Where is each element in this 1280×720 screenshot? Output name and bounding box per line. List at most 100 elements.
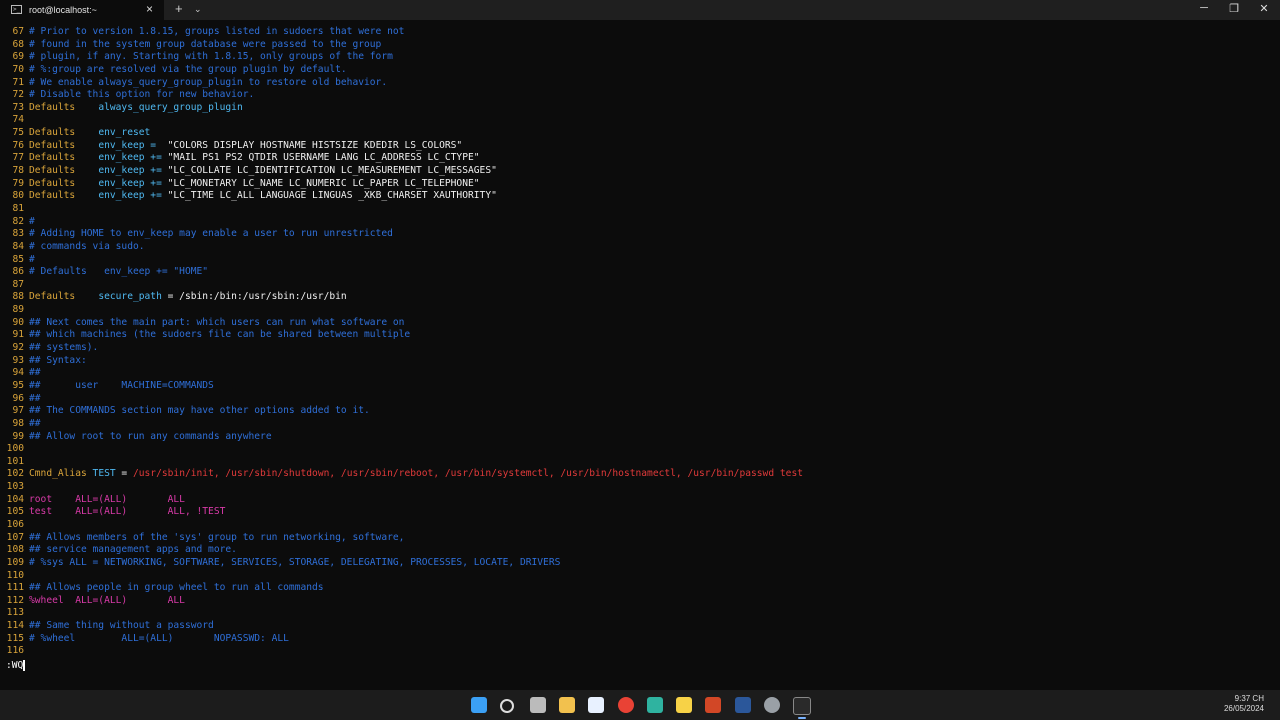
code-token-comment: ## Allow root to run any commands anywhe…	[29, 430, 272, 442]
powerpoint-icon[interactable]	[705, 697, 722, 713]
line-number: 78	[12, 165, 24, 177]
editor-line: 106	[0, 519, 803, 532]
editor-line: 92 ## systems).	[0, 342, 803, 355]
editor-line: 74	[0, 114, 803, 127]
code-token-comment: ## user MACHINE=COMMANDS	[29, 379, 214, 391]
code-token-comment: # %sys ALL = NETWORKING, SOFTWARE, SERVI…	[29, 556, 561, 568]
code-token-keyword: Defaults	[29, 152, 76, 164]
line-number: 71	[12, 76, 24, 88]
editor-line: 71 # We enable always_query_group_plugin …	[0, 77, 803, 90]
clock-time: 9:37 CH	[1234, 694, 1264, 703]
code-token-string: "LC_TIME LC_ALL LANGUAGE LINGUAS _XKB_CH…	[167, 190, 497, 202]
line-number: 114	[6, 620, 24, 632]
line-number: 79	[12, 177, 24, 189]
editor-line: 85 #	[0, 254, 803, 267]
editor-line: 86 # Defaults env_keep += "HOME"	[0, 266, 803, 279]
editor-line: 104 root ALL=(ALL) ALL	[0, 494, 803, 507]
window-close-icon[interactable]: ✕	[1254, 2, 1274, 15]
line-number: 107	[6, 531, 24, 543]
start-icon[interactable]	[471, 697, 487, 713]
line-number: 82	[12, 215, 24, 227]
vim-command-line[interactable]: :WQ	[6, 659, 26, 672]
editor-line: 101	[0, 456, 803, 469]
editor-lines: 67 # Prior to version 1.8.15, groups list…	[0, 26, 803, 658]
editor-line: 90 ## Next comes the main part: which use…	[0, 317, 803, 330]
code-token-comment: ## which machines (the sudoers file can …	[29, 329, 411, 341]
editor-line: 84 # commands via sudo.	[0, 241, 803, 254]
code-token-comment: ## systems).	[29, 342, 99, 354]
line-number: 74	[12, 114, 24, 126]
editor-line: 102 Cmnd_Alias TEST = /usr/sbin/init, /us…	[0, 468, 803, 481]
new-tab-icon[interactable]: +	[175, 1, 183, 16]
chevron-down-icon[interactable]: ⌄	[194, 4, 202, 15]
line-number: 96	[12, 392, 24, 404]
line-number: 109	[6, 556, 24, 568]
line-number: 83	[12, 228, 24, 240]
terminal-tab[interactable]: >_ root@localhost:~ ×	[0, 0, 164, 20]
chrome-icon[interactable]	[617, 697, 634, 713]
sticky-notes-icon[interactable]	[676, 697, 693, 713]
code-token-string: "LC_COLLATE LC_IDENTIFICATION LC_MEASURE…	[167, 165, 497, 177]
code-token-identifier: env_keep +=	[75, 177, 168, 189]
code-token-comment: # Defaults env_keep += "HOME"	[29, 266, 209, 278]
editor-line: 116	[0, 645, 803, 658]
task-view-icon[interactable]	[529, 697, 546, 713]
line-number: 111	[6, 582, 24, 594]
line-number: 88	[12, 291, 24, 303]
editor-line: 108 ## service management apps and more.	[0, 544, 803, 557]
line-number: 100	[6, 443, 24, 455]
code-token-comment: # We enable always_query_group_plugin to…	[29, 76, 388, 88]
editor-line: 80 Defaults env_keep += "LC_TIME LC_ALL L…	[0, 190, 803, 203]
command-text: :WQ	[6, 660, 24, 671]
search-icon[interactable]	[500, 699, 515, 713]
code-token-string: =	[115, 468, 133, 480]
code-token-alias-value: /usr/sbin/init, /usr/sbin/shutdown, /usr…	[132, 468, 803, 480]
zalo-icon[interactable]	[588, 697, 605, 713]
editor-line: 76 Defaults env_keep = "COLORS DISPLAY HO…	[0, 140, 803, 153]
editor-line: 88 Defaults secure_path = /sbin:/bin:/usr…	[0, 291, 803, 304]
code-token-comment: # %:group are resolved via the group plu…	[29, 63, 347, 75]
line-number: 113	[6, 607, 24, 619]
code-token-keyword: Defaults	[29, 139, 76, 151]
system-clock[interactable]: 9:37 CH 26/05/2024	[1224, 694, 1264, 714]
minimize-icon[interactable]: ─	[1194, 2, 1214, 14]
line-number: 108	[6, 544, 24, 556]
line-number: 112	[6, 594, 24, 606]
editor-line: 77 Defaults env_keep += "MAIL PS1 PS2 QTD…	[0, 152, 803, 165]
line-number: 73	[12, 101, 24, 113]
terminal-tab-icon: >_	[11, 5, 22, 14]
code-token-comment: # Prior to version 1.8.15, groups listed…	[29, 26, 405, 37]
terminal-icon[interactable]	[793, 697, 812, 719]
code-token-identifier: env_reset	[75, 127, 151, 139]
editor-line: 100	[0, 443, 803, 456]
file-explorer-icon[interactable]	[558, 697, 575, 713]
tab-close-icon[interactable]: ×	[146, 2, 153, 16]
editor-line: 91 ## which machines (the sudoers file ca…	[0, 329, 803, 342]
code-token-identifier: env_keep +=	[75, 165, 168, 177]
code-token-keyword: Defaults	[29, 101, 76, 113]
terminal-content[interactable]: 67 # Prior to version 1.8.15, groups list…	[0, 20, 1280, 690]
code-token-keyword: Defaults	[29, 291, 76, 303]
maximize-icon[interactable]: ❐	[1224, 2, 1244, 15]
line-number: 110	[6, 569, 24, 581]
word-icon[interactable]	[734, 697, 751, 713]
code-token-identifier: secure_path	[75, 291, 162, 303]
editor-line: 73 Defaults always_query_group_plugin	[0, 102, 803, 115]
settings-icon[interactable]	[764, 697, 780, 713]
editor-line: 113	[0, 607, 803, 620]
text-cursor	[23, 659, 26, 671]
editor-line: 98 ##	[0, 418, 803, 431]
line-number: 84	[12, 240, 24, 252]
code-token-comment: # %wheel ALL=(ALL) NOPASSWD: ALL	[29, 632, 289, 644]
line-number: 97	[12, 405, 24, 417]
line-number: 77	[12, 152, 24, 164]
line-number: 67	[12, 26, 24, 37]
code-token-keyword: Defaults	[29, 177, 76, 189]
screen-capture-icon[interactable]	[646, 697, 663, 713]
code-token-comment: #	[29, 253, 35, 265]
line-number: 75	[12, 127, 24, 139]
line-number: 104	[6, 493, 24, 505]
code-token-keyword: Defaults	[29, 127, 76, 139]
line-number: 98	[12, 417, 24, 429]
editor-line: 68 # found in the system group database w…	[0, 39, 803, 52]
